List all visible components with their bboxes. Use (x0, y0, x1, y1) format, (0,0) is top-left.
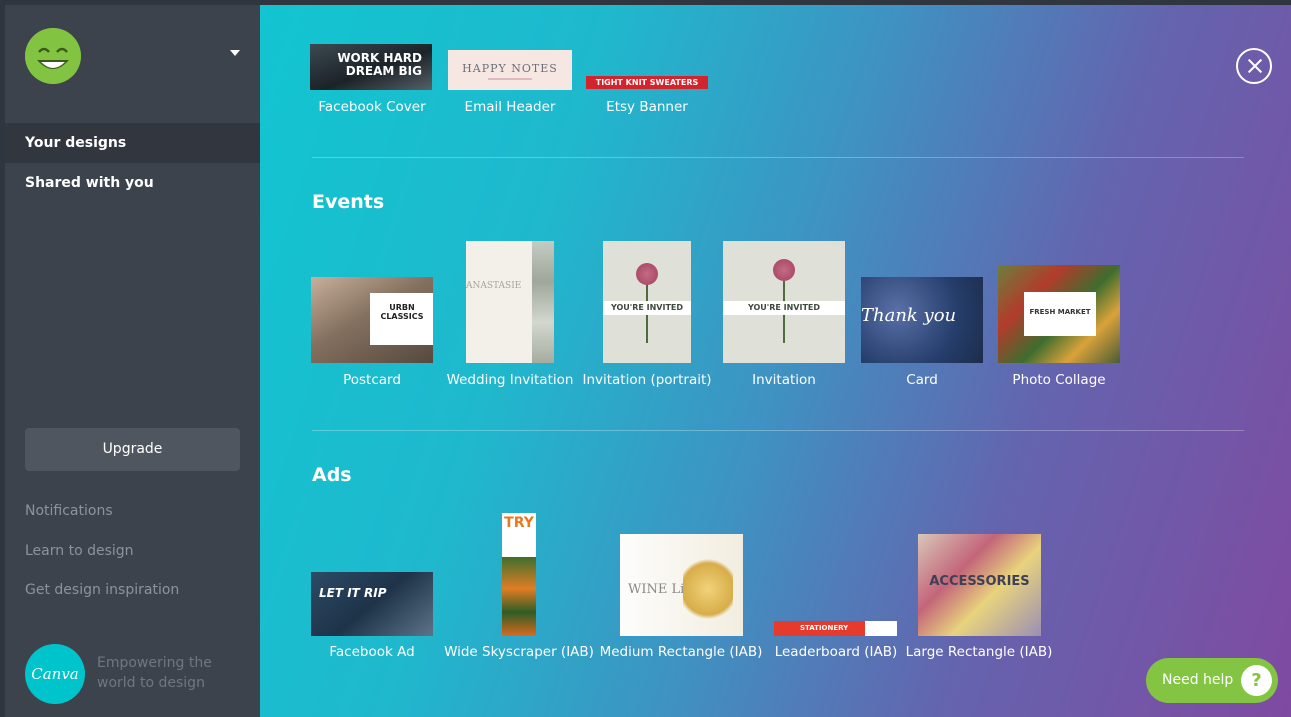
thumbnail-text: WINE List (628, 582, 697, 597)
wide-skyscraper-thumbnail[interactable]: TRY (502, 513, 536, 636)
upgrade-button[interactable]: Upgrade (25, 428, 240, 471)
section-divider (312, 157, 1244, 158)
skyscraper-photo (502, 557, 536, 636)
email-header-label[interactable]: Email Header (465, 99, 556, 115)
medium-rectangle-label[interactable]: Medium Rectangle (IAB) (600, 644, 763, 660)
postcard-thumbnail[interactable]: URBN CLASSICS (311, 277, 433, 363)
photo-collage-thumbnail[interactable]: FRESH MARKET (998, 265, 1120, 363)
notifications-link[interactable]: Notifications (25, 503, 113, 519)
thumbnail-text: TRY (504, 515, 534, 531)
thumbnail-text: WORK HARD DREAM BIG (337, 51, 422, 78)
question-mark-icon: ? (1241, 665, 1272, 696)
card-label[interactable]: Card (906, 372, 938, 388)
smiley-icon (25, 28, 81, 84)
photo-collage-label[interactable]: Photo Collage (1012, 372, 1105, 388)
chevron-down-icon[interactable] (230, 50, 240, 56)
invitation-thumbnail[interactable]: YOU'RE INVITED (723, 241, 845, 363)
collage-card-insert: FRESH MARKET (1024, 292, 1096, 336)
sidebar-item-label: Shared with you (25, 175, 154, 191)
medium-rectangle-thumbnail[interactable]: WINE List (620, 534, 743, 636)
design-type-panel: WORK HARD DREAM BIG Facebook Cover HAPPY… (260, 5, 1291, 717)
leaderboard-label[interactable]: Leaderboard (IAB) (775, 644, 898, 660)
etsy-banner-label[interactable]: Etsy Banner (606, 99, 688, 115)
wedding-invitation-label[interactable]: Wedding Invitation (447, 372, 574, 388)
section-divider (312, 430, 1244, 431)
sidebar-item-label: Your designs (25, 135, 127, 151)
thumbnail-text: LET IT RIP (319, 586, 387, 600)
wedding-invitation-thumbnail[interactable]: ANASTASIE (466, 241, 554, 363)
email-header-thumbnail[interactable]: HAPPY NOTES (448, 50, 572, 90)
large-rectangle-thumbnail[interactable]: ACCESSORIES (918, 534, 1041, 636)
thumbnail-text: FRESH MARKET (1029, 308, 1091, 316)
canva-logo[interactable]: Canva (25, 644, 85, 704)
postcard-label[interactable]: Postcard (343, 372, 401, 388)
facebook-cover-thumbnail[interactable]: WORK HARD DREAM BIG (310, 44, 432, 90)
thumbnail-text: ACCESSORIES (929, 574, 1030, 589)
rose-icon (773, 259, 795, 281)
thumbnail-text: ANASTASIE (466, 281, 522, 291)
design-inspiration-link[interactable]: Get design inspiration (25, 582, 179, 598)
thumbnail-text: STATIONERY (800, 624, 849, 632)
sidebar-item-your-designs[interactable]: Your designs (5, 123, 271, 163)
invitation-portrait-thumbnail[interactable]: YOU'RE INVITED (603, 241, 691, 363)
thumbnail-text: TIGHT KNIT SWEATERS (595, 78, 699, 87)
facebook-ad-thumbnail[interactable]: LET IT RIP (311, 572, 433, 636)
need-help-label: Need help (1162, 672, 1234, 688)
wide-skyscraper-label[interactable]: Wide Skyscraper (IAB) (444, 644, 594, 660)
postcard-card-insert: URBN CLASSICS (370, 293, 433, 345)
leaderboard-thumbnail[interactable]: STATIONERY (774, 621, 897, 636)
facebook-ad-label[interactable]: Facebook Ad (329, 644, 414, 660)
thumbnail-text: Thank you (861, 305, 957, 326)
thumbnail-text: URBN CLASSICS (380, 303, 424, 321)
rose-icon (636, 263, 658, 285)
thumbnail-text: YOU'RE INVITED (723, 301, 845, 315)
invitation-label[interactable]: Invitation (752, 372, 816, 388)
sidebar: Your designs Shared with you Upgrade Not… (5, 5, 271, 717)
large-rectangle-label[interactable]: Large Rectangle (IAB) (906, 644, 1053, 660)
user-avatar[interactable] (25, 28, 81, 84)
need-help-button[interactable]: Need help ? (1146, 658, 1278, 703)
tagline: Empowering the world to design (97, 655, 212, 691)
learn-to-design-link[interactable]: Learn to design (25, 543, 134, 559)
card-thumbnail[interactable]: Thank you (861, 277, 983, 363)
ads-heading: Ads (312, 464, 352, 486)
invitation-portrait-label[interactable]: Invitation (portrait) (582, 372, 711, 388)
events-heading: Events (312, 191, 385, 213)
etsy-banner-thumbnail[interactable]: TIGHT KNIT SWEATERS (586, 76, 708, 89)
close-icon[interactable] (1236, 48, 1272, 84)
thumbnail-text: HAPPY NOTES (462, 62, 558, 75)
thumbnail-text: YOU'RE INVITED (603, 301, 691, 315)
facebook-cover-label[interactable]: Facebook Cover (318, 99, 425, 115)
sidebar-item-shared-with-you[interactable]: Shared with you (5, 163, 260, 203)
